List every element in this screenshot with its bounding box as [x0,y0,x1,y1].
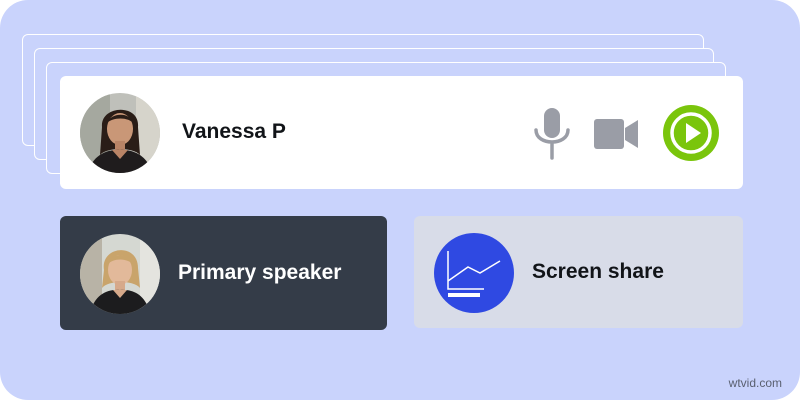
participant-name: Vanessa P [182,120,286,143]
watermark: wtvid.com [728,376,782,390]
participant-avatar [80,93,160,173]
primary-speaker-tile[interactable]: Primary speaker [60,216,387,330]
screen-share-tile[interactable]: Screen share [414,216,743,328]
screen-share-label: Screen share [532,260,664,283]
speaker-avatar [80,234,160,314]
microphone-icon[interactable] [530,106,574,162]
video-call-canvas: Vanessa P Primary speaker Screen share w… [0,0,800,400]
screen-share-chart-icon [434,233,514,313]
primary-speaker-label: Primary speaker [178,261,342,284]
video-camera-icon[interactable] [592,116,640,152]
play-button[interactable] [662,104,720,162]
participant-card[interactable]: Vanessa P [60,76,743,189]
play-icon [663,105,719,161]
